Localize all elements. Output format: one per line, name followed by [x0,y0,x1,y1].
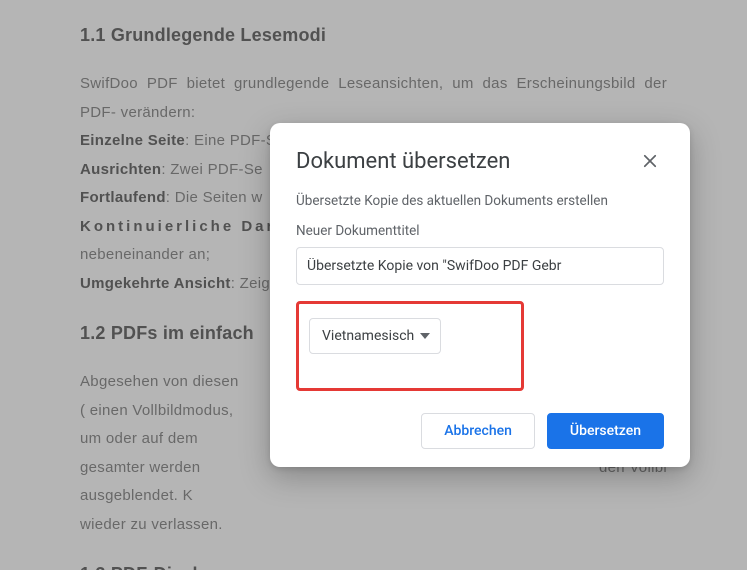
cancel-button[interactable]: Abbrechen [421,413,535,449]
dialog-title: Dokument übersetzen [296,149,510,174]
language-dropdown[interactable]: Vietnamesisch [309,318,441,354]
dialog-description: Übersetzte Kopie des aktuellen Dokuments… [296,193,664,209]
close-button[interactable] [636,147,664,175]
document-title-input[interactable] [296,247,664,285]
translate-button[interactable]: Übersetzen [547,413,664,449]
close-icon [641,152,659,170]
translate-dialog: Dokument übersetzen Übersetzte Kopie des… [270,123,690,467]
chevron-down-icon [420,333,430,339]
title-field-label: Neuer Dokumenttitel [296,223,664,239]
dialog-actions: Abbrechen Übersetzen [296,413,664,449]
language-highlight-box: Vietnamesisch [296,301,524,391]
language-dropdown-label: Vietnamesisch [322,328,414,344]
dialog-header: Dokument übersetzen [296,147,664,175]
